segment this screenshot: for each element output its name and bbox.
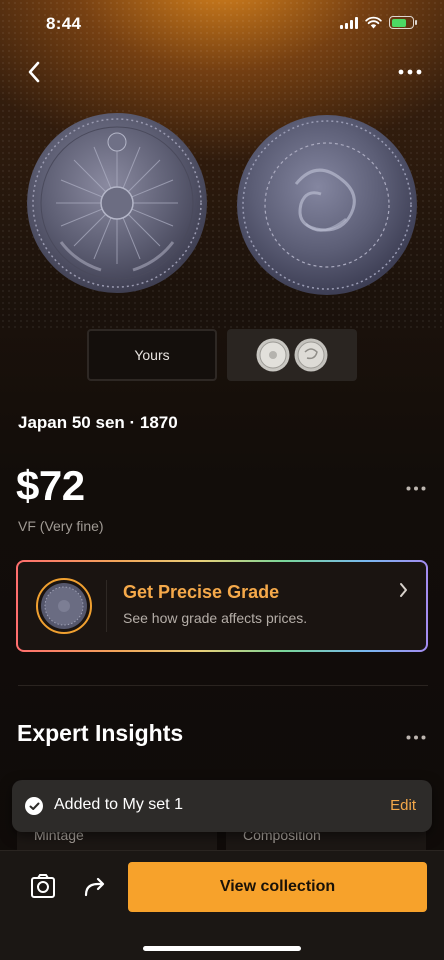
more-options-button[interactable] (394, 58, 426, 86)
view-collection-button[interactable]: View collection (128, 862, 427, 912)
coin-grade: VF (Very fine) (18, 518, 104, 534)
more-horizontal-icon (398, 69, 422, 75)
reference-coin-reverse-thumbnail (294, 338, 328, 372)
home-indicator (143, 946, 301, 951)
grade-card-title: Get Precise Grade (123, 582, 280, 602)
reference-coin-obverse-thumbnail (256, 338, 290, 372)
share-arrow-icon (84, 877, 105, 897)
bottom-action-bar: View collection (0, 850, 444, 960)
battery-icon (389, 16, 417, 29)
grade-card-subtitle: See how grade affects prices. (123, 610, 308, 626)
checkmark-icon (25, 797, 43, 815)
tab-yours-label: Yours (134, 347, 170, 363)
section-divider (18, 685, 428, 686)
tab-reference-images[interactable] (227, 329, 357, 381)
coin-title: Japan 50 sen · 1870 (18, 413, 178, 432)
share-button[interactable] (80, 871, 110, 901)
chevron-right-icon (399, 582, 408, 603)
status-icons (340, 16, 417, 29)
cellular-signal-icon (340, 16, 358, 29)
more-horizontal-icon (406, 486, 426, 491)
added-to-set-toast: Added to My set 1 Edit (12, 780, 432, 832)
grade-card-divider (106, 580, 107, 632)
toast-edit-button[interactable]: Edit (390, 797, 416, 814)
coin-reverse-image[interactable] (236, 114, 418, 296)
expert-insights-more-button[interactable] (406, 727, 426, 745)
tab-yours-images[interactable]: Yours (87, 329, 217, 381)
coin-price: $72 (16, 462, 85, 509)
back-button[interactable] (18, 56, 50, 88)
price-more-button[interactable] (406, 478, 426, 496)
coin-thumbnail-icon (41, 583, 87, 629)
more-horizontal-icon (406, 735, 426, 740)
chevron-left-icon (28, 61, 40, 83)
toast-message: Added to My set 1 (54, 796, 183, 813)
coin-detail-screen: 8:44 Yours Japan 50 sen · 1870 $72 VF (V… (0, 0, 444, 960)
expert-insights-title: Expert Insights (17, 720, 184, 746)
get-precise-grade-card[interactable]: Get Precise Grade See how grade affects … (16, 560, 428, 652)
status-bar: 8:44 (0, 0, 444, 50)
wifi-icon (365, 16, 382, 29)
status-time: 8:44 (46, 14, 82, 33)
camera-icon (31, 874, 55, 898)
camera-button[interactable] (28, 871, 58, 901)
coin-obverse-image[interactable] (26, 112, 208, 294)
grade-coin-thumbnail (36, 578, 92, 634)
